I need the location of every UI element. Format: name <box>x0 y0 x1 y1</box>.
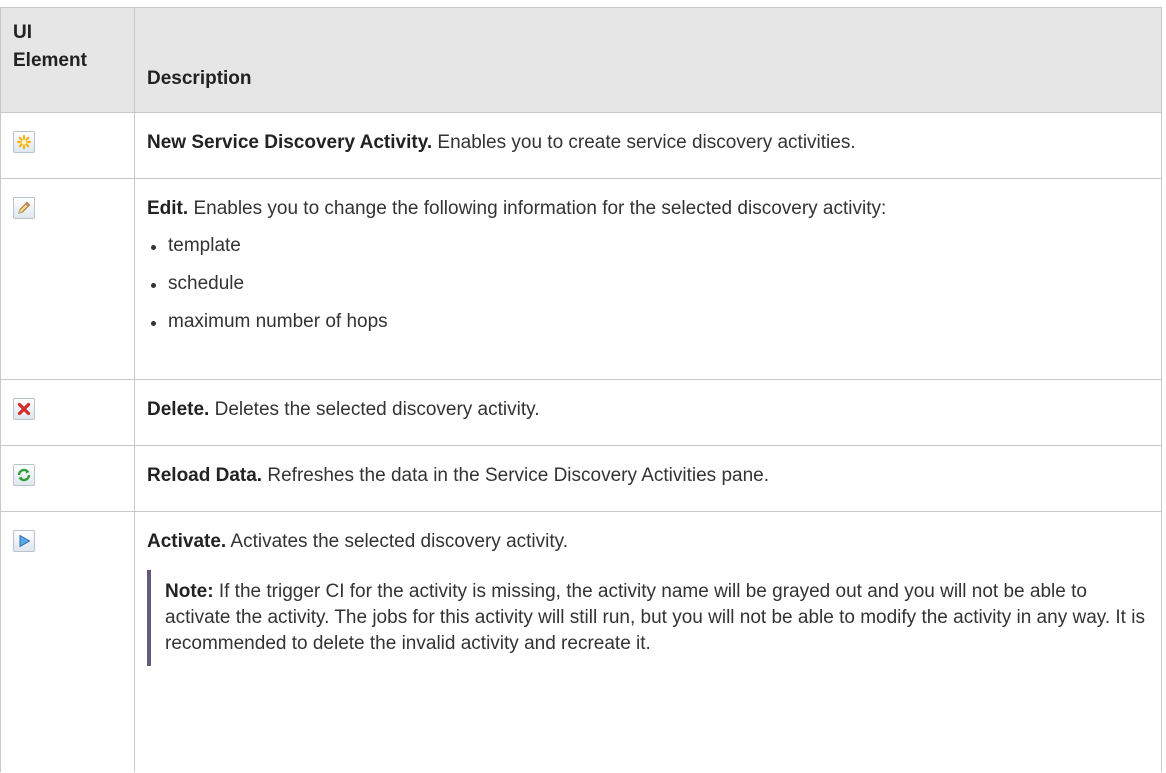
row-text: Enables you to create service discovery … <box>432 132 856 153</box>
header-description: Description <box>147 68 252 89</box>
row-title: Edit. <box>147 198 189 219</box>
row-title: Reload Data. <box>147 465 263 486</box>
ui-elements-table: UI Element Description New Service Disco… <box>0 7 1162 772</box>
note-text: If the trigger CI for the activity is mi… <box>165 581 1145 654</box>
header-ui-element-line2: Element <box>13 50 87 71</box>
table-row: Edit. Enables you to change the followin… <box>1 179 1161 380</box>
note-box: Note: If the trigger CI for the activity… <box>147 570 1151 666</box>
new-star-icon[interactable] <box>13 131 35 153</box>
row-text: Enables you to change the following info… <box>188 198 887 219</box>
header-ui-element: UI Element <box>1 8 135 112</box>
table-row: New Service Discovery Activity. Enables … <box>1 113 1161 179</box>
row-title: Delete. <box>147 399 210 420</box>
row-text: Refreshes the data in the Service Discov… <box>262 465 770 486</box>
note-label: Note: <box>165 581 214 602</box>
table-row: Activate. Activates the selected discove… <box>1 512 1161 772</box>
table-header-row: UI Element Description <box>1 8 1161 113</box>
red-x-delete-icon[interactable] <box>13 398 35 420</box>
bullet-list: template schedule maximum number of hops <box>147 233 1151 334</box>
table-row: Reload Data. Refreshes the data in the S… <box>1 446 1161 512</box>
blue-play-icon[interactable] <box>13 530 35 552</box>
pencil-edit-icon[interactable] <box>13 197 35 219</box>
green-refresh-icon[interactable] <box>13 464 35 486</box>
row-title: Activate. <box>147 531 227 552</box>
row-title: New Service Discovery Activity. <box>147 132 433 153</box>
table-row: Delete. Deletes the selected discovery a… <box>1 380 1161 446</box>
header-ui-element-line1: UI <box>13 22 32 43</box>
list-item: maximum number of hops <box>147 309 1151 334</box>
row-text: Deletes the selected discovery activity. <box>209 399 540 420</box>
list-item: schedule <box>147 271 1151 296</box>
list-item: template <box>147 233 1151 258</box>
row-text: Activates the selected discovery activit… <box>226 531 568 552</box>
